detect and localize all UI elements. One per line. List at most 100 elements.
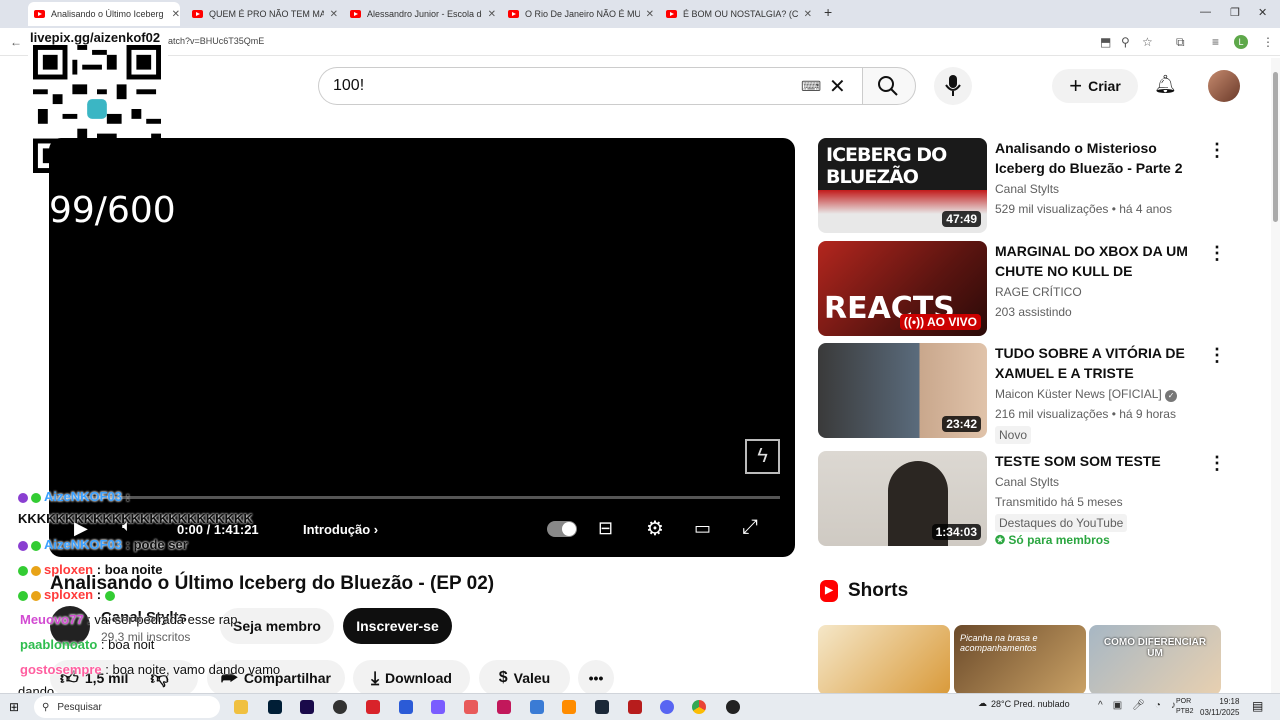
related-thumbnail[interactable]: 23:42 xyxy=(818,343,987,438)
windows-start-icon[interactable]: ⊞ xyxy=(9,700,19,714)
zoom-icon[interactable]: ⚲ xyxy=(1121,35,1130,49)
back-icon[interactable]: ← xyxy=(10,35,22,49)
file-explorer-icon[interactable] xyxy=(234,700,248,714)
more-options-icon[interactable]: ⋮ xyxy=(1208,243,1226,264)
maximize-icon[interactable]: ❐ xyxy=(1230,6,1240,19)
star-icon[interactable]: ☆ xyxy=(1142,35,1153,49)
avatar[interactable] xyxy=(1208,70,1240,102)
related-thumbnail[interactable]: ICEBERG DO BLUEZÃO 47:49 xyxy=(818,138,987,233)
keyboard-icon[interactable]: ⌨ xyxy=(801,78,821,95)
new-tab-icon[interactable]: + xyxy=(824,4,832,20)
subscribe-button[interactable]: Inscrever-se xyxy=(343,608,452,644)
taskbar-search[interactable]: ⚲ Pesquisar xyxy=(34,696,220,718)
browser-tab[interactable]: O Rio De Janeiro NÃO É MUITO ✕ xyxy=(502,2,654,26)
short-thumbnail[interactable]: COMO DIFERENCIAR UM xyxy=(1089,625,1221,695)
chat-message: AizeNKOF03 : pode ser xyxy=(18,537,188,552)
close-icon[interactable]: ✕ xyxy=(804,9,812,20)
close-icon[interactable]: ✕ xyxy=(172,9,180,20)
photoshop-icon[interactable] xyxy=(268,700,282,714)
more-options-icon[interactable]: ⋮ xyxy=(1208,345,1226,366)
settings-gear-icon[interactable]: ⚙ xyxy=(646,516,664,541)
related-channel[interactable]: Canal Stylts xyxy=(995,475,1059,489)
short-thumbnail[interactable] xyxy=(818,625,950,695)
close-icon[interactable]: ✕ xyxy=(330,9,338,20)
more-options-icon[interactable]: ⋮ xyxy=(1208,453,1226,474)
browser-tab[interactable]: Alessandro Junior - Escola de A ✕ xyxy=(344,2,496,26)
search-input[interactable] xyxy=(333,77,773,95)
media-icon[interactable]: ≡ xyxy=(1212,35,1219,49)
app-icon[interactable] xyxy=(562,700,576,714)
related-channel[interactable]: RAGE CRÍTICO xyxy=(995,285,1082,299)
language-indicator[interactable]: POR PTB2 xyxy=(1176,697,1198,717)
weather-widget[interactable]: ☁ 28°C Pred. nublado xyxy=(978,698,1070,709)
app-icon[interactable] xyxy=(530,700,544,714)
theater-mode-icon[interactable]: ▭ xyxy=(694,518,711,539)
related-title[interactable]: TUDO SOBRE A VITÓRIA DE XAMUEL E A TRIST… xyxy=(995,343,1200,383)
system-clock[interactable]: 19:18 03/11/2025 xyxy=(1200,696,1239,718)
browser-tab[interactable]: É BOM OU NOSTALGIA? (COM ✕ xyxy=(660,2,812,26)
related-thumbnail[interactable]: REACTS ((•)) AO VIVO xyxy=(818,241,987,336)
close-icon[interactable]: ✕ xyxy=(646,9,654,20)
app-icon[interactable] xyxy=(726,700,740,714)
profile-icon[interactable]: L xyxy=(1234,35,1248,49)
notification-center-icon[interactable]: ▤ xyxy=(1252,699,1263,713)
browser-tab[interactable]: QUEM É PRO NÃO TEM MAIN | ✕ xyxy=(186,2,338,26)
discord-icon[interactable] xyxy=(660,700,674,714)
chat-text: : boa noite, vamo dando vamo xyxy=(105,662,281,677)
tab-title: O Rio De Janeiro NÃO É MUITO xyxy=(525,9,640,19)
related-channel[interactable]: Maicon Küster News [OFICIAL] ✓ xyxy=(995,387,1178,402)
chat-user: sploxen xyxy=(44,562,94,577)
related-title[interactable]: Analisando o Misterioso Iceberg do Bluez… xyxy=(995,138,1200,178)
install-icon[interactable]: ⬒ xyxy=(1100,35,1111,49)
related-channel[interactable]: Canal Stylts xyxy=(995,182,1059,196)
progress-bar[interactable] xyxy=(50,496,780,499)
download-button[interactable]: ⤓ Download xyxy=(353,660,470,696)
premiere-icon[interactable] xyxy=(300,700,314,714)
more-options-icon[interactable]: ⋮ xyxy=(1208,140,1226,161)
steam-icon[interactable] xyxy=(595,700,609,714)
app-icon[interactable] xyxy=(497,700,511,714)
highlights-badge: Destaques do YouTube xyxy=(995,514,1128,532)
create-button[interactable]: + Criar xyxy=(1052,69,1138,103)
youtube-icon xyxy=(192,10,203,18)
more-actions-button[interactable]: ••• xyxy=(578,660,614,696)
chat-text: KKKKKKKKKKKKKKKKKKKKKKKKK xyxy=(18,511,253,526)
url-text[interactable]: atch?v=BHUc6T35QmE xyxy=(168,36,264,46)
download-icon: ⤓ xyxy=(371,667,380,688)
notifications-bell-icon[interactable]: 🔔︎ xyxy=(1154,74,1177,95)
window-close-icon[interactable]: ✕ xyxy=(1258,6,1267,19)
minimize-icon[interactable]: — xyxy=(1200,6,1211,18)
related-thumbnail[interactable]: 1:34:03 xyxy=(818,451,987,546)
obs-icon[interactable] xyxy=(333,700,347,714)
short-thumbnail[interactable]: Picanha na brasa e acompanhamentos xyxy=(954,625,1086,695)
browser-tab-active[interactable]: Analisando o Último Iceberg do ✕ xyxy=(28,2,180,26)
thanks-button[interactable]: $ Valeu xyxy=(479,660,570,696)
chapter-button[interactable]: Introdução › xyxy=(303,522,378,537)
menu-icon[interactable]: ⋮ xyxy=(1262,35,1274,49)
tray-icons[interactable]: ^▣🎤︎◔♪ xyxy=(1098,700,1186,711)
autoplay-toggle[interactable] xyxy=(547,521,577,537)
app-icon[interactable] xyxy=(628,700,642,714)
acrobat-icon[interactable] xyxy=(366,700,380,714)
live-badge: ((•)) AO VIVO xyxy=(899,314,981,330)
qr-label: livepix.gg/aizenkof02 xyxy=(30,30,161,45)
taskbar-search-placeholder: Pesquisar xyxy=(57,701,102,713)
captions-icon[interactable]: ⊟ xyxy=(598,518,613,539)
related-meta: Transmitido há 5 meses xyxy=(995,495,1123,509)
page-scrollbar[interactable] xyxy=(1271,58,1280,693)
app-icon[interactable] xyxy=(464,700,478,714)
app-icon[interactable] xyxy=(399,700,413,714)
close-icon[interactable]: ✕ xyxy=(488,9,496,20)
chrome-icon[interactable] xyxy=(692,700,706,714)
search-button[interactable] xyxy=(862,67,916,105)
search-box[interactable]: ⌨ ✕ xyxy=(318,67,863,105)
related-title[interactable]: MARGINAL DO XBOX DA UM CHUTE NO KULL DE … xyxy=(995,241,1200,281)
voice-search-button[interactable] xyxy=(934,67,972,105)
extensions-icon[interactable]: ⧉ xyxy=(1176,35,1185,50)
windows-taskbar: ⊞ ⚲ Pesquisar ☁ 28°C Pred. nublado ^▣🎤︎◔♪… xyxy=(0,693,1280,720)
app-icon[interactable] xyxy=(431,700,445,714)
chat-user: Meuovo77 xyxy=(20,612,84,627)
clear-icon[interactable]: ✕ xyxy=(829,74,846,99)
related-title[interactable]: TESTE SOM SOM TESTE xyxy=(995,451,1200,471)
fullscreen-icon[interactable]: ⤢ xyxy=(742,516,758,539)
